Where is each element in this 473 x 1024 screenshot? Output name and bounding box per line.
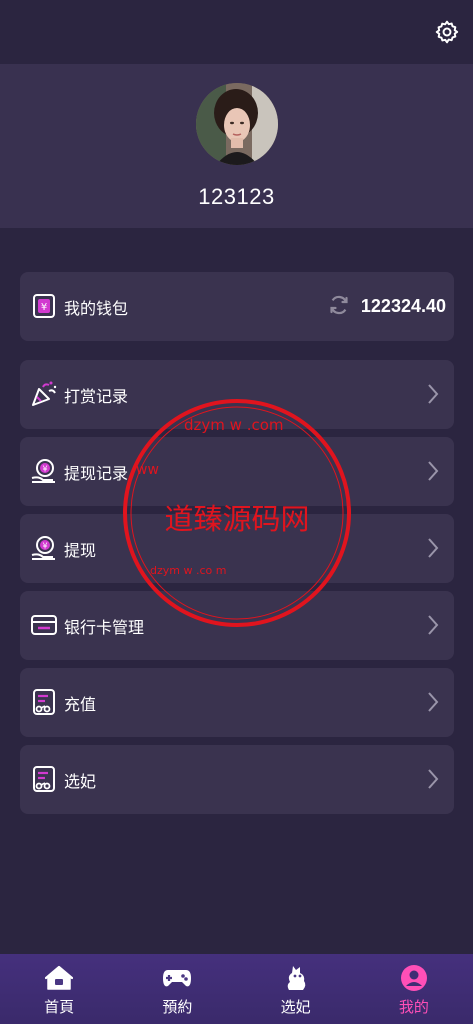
- wallet-balance-group: 122324.40: [327, 293, 446, 321]
- menu-item-label: 银行卡管理: [64, 617, 145, 637]
- menu-item-withdraw[interactable]: ¥ 提现: [20, 514, 454, 583]
- menu-item-label: 提现: [64, 540, 97, 560]
- home-icon: [44, 964, 74, 992]
- chevron-right-icon: [428, 769, 439, 789]
- menu-item-withdraw-record[interactable]: ¥ 提现记录: [20, 437, 454, 506]
- user-icon: [399, 964, 429, 992]
- mascot-icon: [281, 964, 311, 992]
- svg-text:¥: ¥: [41, 302, 47, 313]
- chevron-right-icon: [428, 384, 439, 404]
- menu-item-reward-record[interactable]: 打赏记录: [20, 360, 454, 429]
- username: 123123: [198, 184, 275, 209]
- chevron-right-icon: [428, 538, 439, 558]
- tab-label: 預約: [162, 998, 193, 1016]
- settings-gear-icon[interactable]: [433, 18, 461, 46]
- svg-text:¥: ¥: [42, 542, 47, 551]
- party-popper-icon: [28, 378, 60, 410]
- withdraw-icon: ¥: [28, 532, 60, 564]
- menu-item-label: 充值: [64, 694, 97, 714]
- tab-home[interactable]: 首頁: [0, 954, 118, 1024]
- tab-select[interactable]: 选妃: [237, 954, 355, 1024]
- tab-label: 选妃: [280, 998, 311, 1016]
- menu-item-recharge[interactable]: 充值: [20, 668, 454, 737]
- bank-card-icon: [28, 609, 60, 641]
- withdraw-record-icon: ¥: [28, 455, 60, 487]
- profile-header: 123123: [0, 64, 473, 228]
- bottom-tab-bar: 首頁 預約 选妃 我的: [0, 954, 473, 1024]
- wallet-icon: ¥: [28, 290, 60, 322]
- refresh-icon[interactable]: [327, 293, 351, 321]
- menu-item-label: 打赏记录: [64, 386, 129, 406]
- tab-booking[interactable]: 預約: [118, 954, 236, 1024]
- menu-item-label: 提现记录: [64, 463, 129, 483]
- tab-label: 我的: [398, 998, 429, 1016]
- menu-item-select[interactable]: 选妃: [20, 745, 454, 814]
- select-icon: [28, 763, 60, 795]
- gamepad-icon: [162, 964, 192, 992]
- app-root: 123123 ¥ 我的钱包 122324.40 打赏记录 ¥ 提现记录 ¥ 提现…: [0, 0, 473, 1024]
- tab-label: 首頁: [44, 998, 75, 1016]
- avatar[interactable]: [196, 83, 278, 165]
- tab-mine[interactable]: 我的: [355, 954, 473, 1024]
- menu-item-bank-card[interactable]: 银行卡管理: [20, 591, 454, 660]
- chevron-right-icon: [428, 461, 439, 481]
- menu-item-label: 选妃: [64, 771, 97, 791]
- top-bar: [0, 0, 473, 64]
- wallet-card[interactable]: ¥ 我的钱包 122324.40: [20, 272, 454, 341]
- wallet-balance: 122324.40: [360, 296, 446, 316]
- wallet-label: 我的钱包: [64, 298, 129, 318]
- svg-text:¥: ¥: [42, 465, 47, 474]
- chevron-right-icon: [428, 615, 439, 635]
- chevron-right-icon: [428, 692, 439, 712]
- recharge-icon: [28, 686, 60, 718]
